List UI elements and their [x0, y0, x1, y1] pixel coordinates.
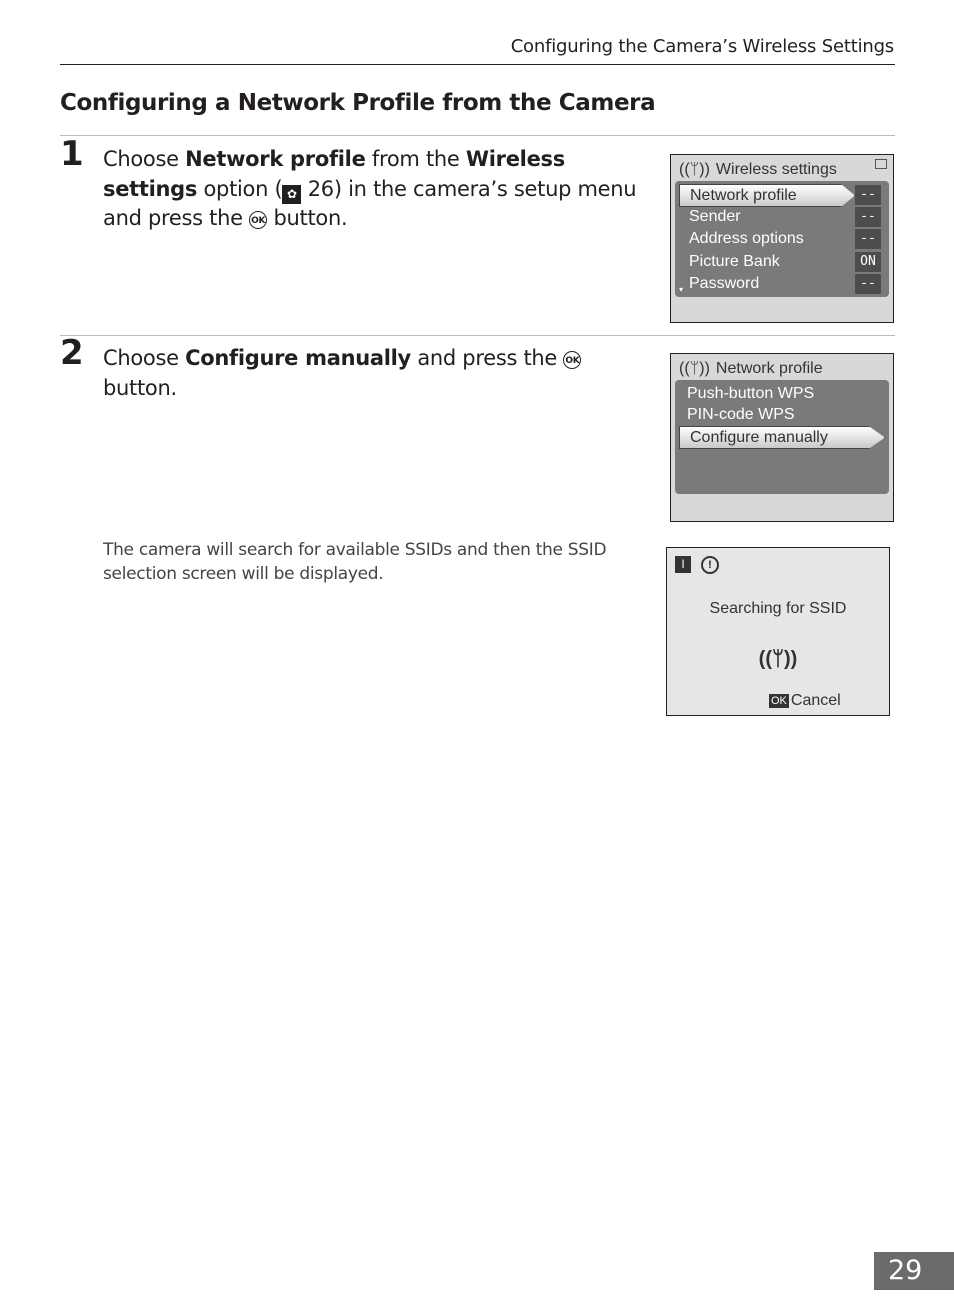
section-title: Configuring a Network Profile from the C…	[60, 90, 656, 116]
header-rule	[60, 64, 895, 65]
menu-item-picture-bank[interactable]: Picture Bank	[689, 253, 780, 271]
reference-icon: ✿	[282, 184, 302, 204]
step-number: 1	[60, 134, 84, 174]
menu-value: --	[855, 185, 881, 205]
menu-item-configure-manually[interactable]: Configure manually	[679, 426, 885, 449]
menu-item-pin-code-wps[interactable]: PIN-code WPS	[687, 406, 795, 424]
running-header: Configuring the Camera’s Wireless Settin…	[510, 36, 895, 57]
divider	[60, 335, 895, 336]
warning-icon: !	[701, 556, 719, 574]
menu-item-network-profile[interactable]: Network profile	[679, 184, 855, 207]
memory-icon: I	[675, 556, 691, 573]
scroll-down-icon: ▾	[679, 285, 684, 294]
menu-item-password[interactable]: Password	[689, 275, 759, 293]
step-2-text: Choose Configure manually and press the …	[103, 346, 582, 400]
wireless-icon: ((ᛘ))	[679, 161, 710, 178]
screen-title: ((ᛘ)) Wireless settings	[679, 161, 837, 178]
screen-title: ((ᛘ)) Network profile	[679, 360, 823, 377]
step-note: The camera will search for available SSI…	[103, 540, 607, 584]
menu-panel: Network profile -- Sender -- Address opt…	[675, 181, 889, 297]
wireless-icon: ((ᛘ))	[758, 648, 798, 670]
menu-value: --	[855, 229, 881, 249]
menu-item-push-button-wps[interactable]: Push-button WPS	[687, 385, 814, 403]
ok-button-icon: OK	[563, 351, 582, 369]
step-number: 2	[60, 333, 84, 373]
network-profile-screen: ((ᛘ)) Network profile Push-button WPS PIN…	[670, 353, 894, 522]
menu-value: ON	[855, 252, 881, 272]
cancel-button[interactable]: OK Cancel	[769, 692, 841, 710]
searching-screen: I ! Searching for SSID ((ᛘ)) OK Cancel	[666, 547, 890, 716]
ok-icon: OK	[769, 694, 789, 708]
menu-value: --	[855, 207, 881, 227]
menu-value: --	[855, 274, 881, 294]
divider	[60, 135, 895, 136]
searching-message: Searching for SSID	[709, 600, 847, 617]
menu-panel: Push-button WPS PIN-code WPS Configure m…	[675, 380, 889, 494]
menu-item-sender[interactable]: Sender	[689, 208, 741, 226]
wireless-icon: ((ᛘ))	[679, 360, 710, 377]
menu-item-address-options[interactable]: Address options	[689, 230, 804, 248]
page-number: 29	[874, 1252, 954, 1290]
ok-button-icon: OK	[249, 211, 268, 229]
scroll-indicator-icon	[875, 159, 887, 169]
step-1-text: Choose Network profile from the Wireless…	[103, 147, 637, 230]
wireless-settings-screen: ((ᛘ)) Wireless settings Network profile -…	[670, 154, 894, 323]
reference-page[interactable]: 26	[308, 177, 334, 201]
